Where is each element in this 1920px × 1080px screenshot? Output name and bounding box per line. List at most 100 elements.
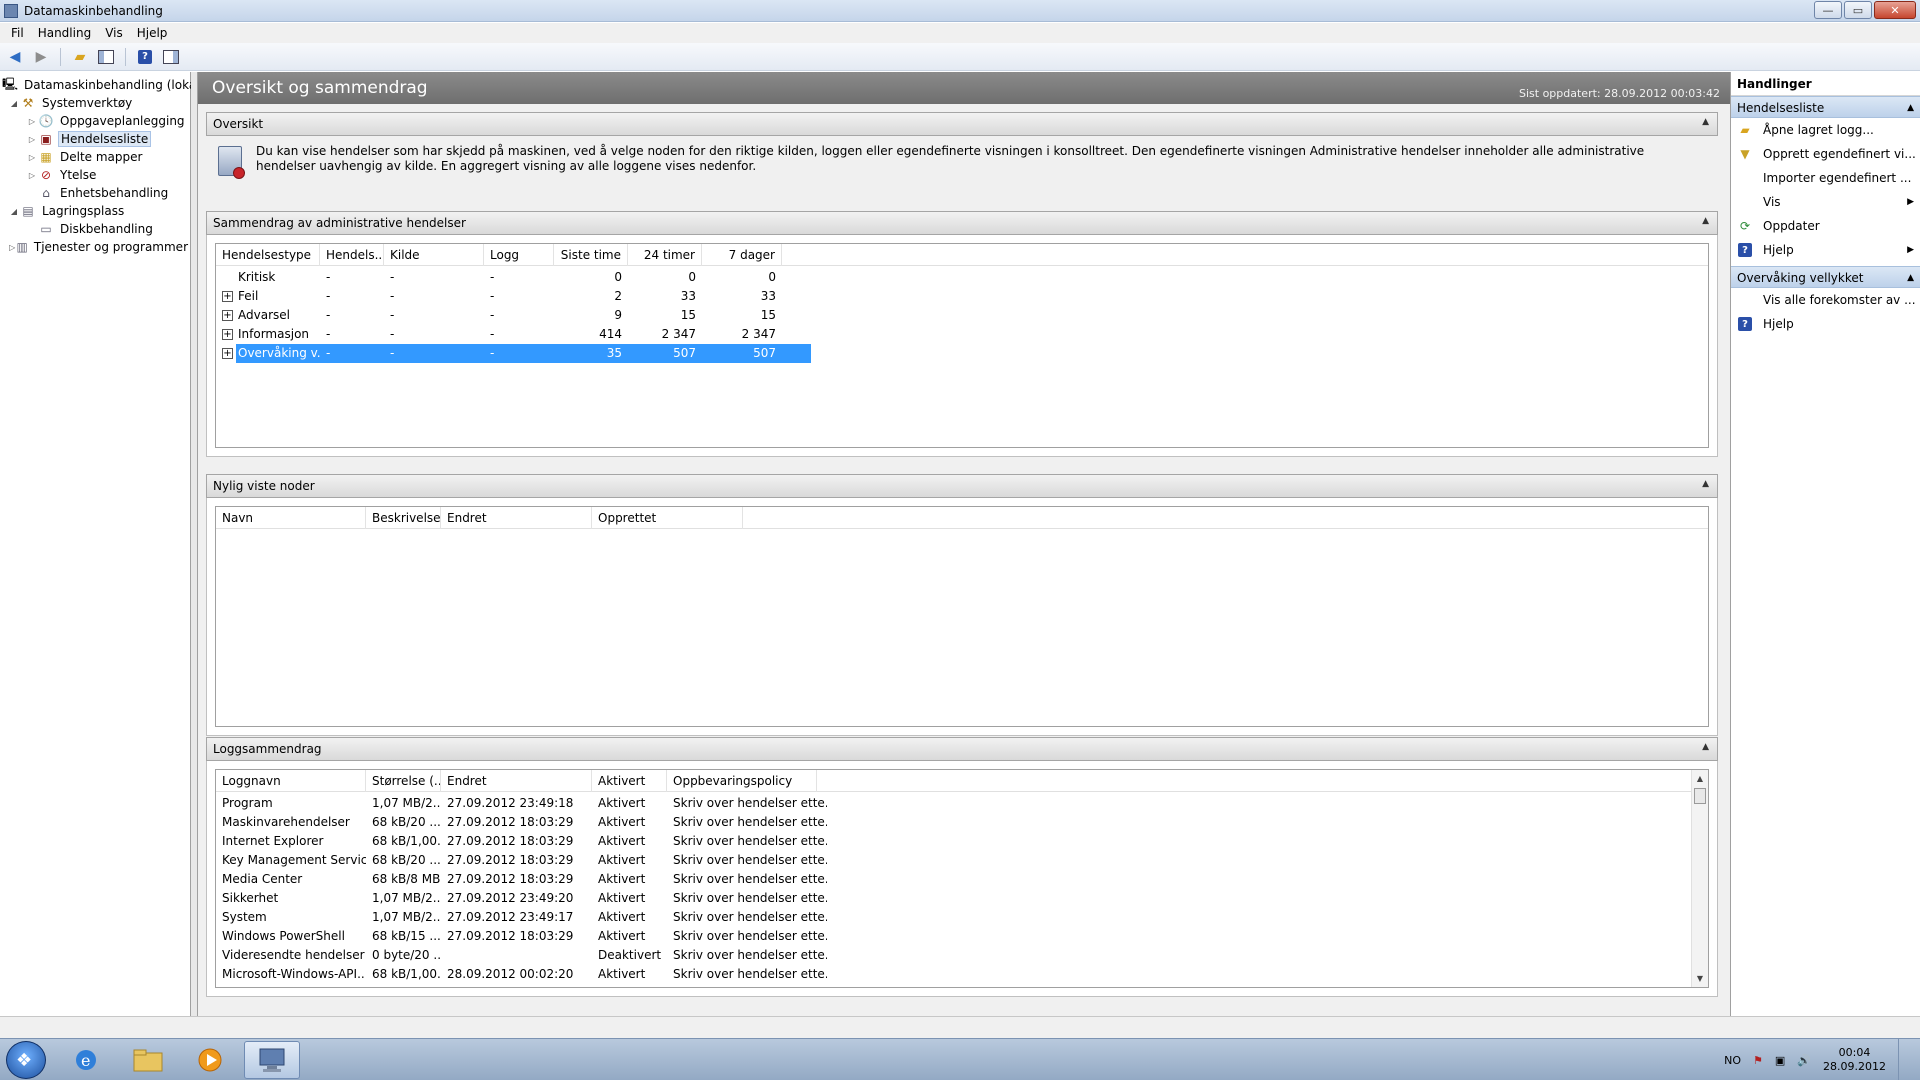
table-row[interactable]: Program 1,07 MB/2... 27.09.2012 23:49:18… — [216, 794, 1708, 813]
table-row[interactable]: + Informasjon - - - 414 2 347 2 347 — [216, 325, 1708, 344]
windows-explorer-icon[interactable] — [120, 1041, 176, 1079]
table-row-selected[interactable]: + Overvåking v... - - - 35 507 507 — [216, 344, 1708, 363]
network-icon[interactable]: ▣ — [1775, 1054, 1785, 1067]
menu-hjelp[interactable]: Hjelp — [130, 26, 175, 40]
forward-icon[interactable]: ▶ — [30, 47, 52, 67]
tree-item-device-manager[interactable]: ⌂ Enhetsbehandling — [0, 184, 190, 202]
internet-explorer-icon[interactable]: e — [58, 1041, 114, 1079]
refresh-icon: ⟳ — [1739, 219, 1751, 233]
table-row[interactable]: + Feil - - - 2 33 33 — [216, 287, 1708, 306]
tree-item-computer-management[interactable]: 🖳 Datamaskinbehandling (lokal) — [0, 76, 204, 94]
col-log-name[interactable]: Loggnavn — [216, 770, 366, 792]
table-row[interactable]: Maskinvarehendelser 68 kB/20 ... 27.09.2… — [216, 813, 1708, 832]
maximize-button[interactable]: ▭ — [1844, 1, 1872, 19]
action-center-icon[interactable]: ⚑ — [1753, 1054, 1763, 1067]
col-name[interactable]: Navn — [216, 507, 366, 529]
toolbar: ◀ ▶ ▰ ? — [0, 43, 1920, 71]
collapse-icon[interactable]: ▲ — [1907, 97, 1914, 119]
scroll-up-icon[interactable]: ▲ — [1692, 770, 1708, 787]
table-row[interactable]: Internet Explorer 68 kB/1,00... 27.09.20… — [216, 832, 1708, 851]
table-row[interactable]: Microsoft-Windows-API... 68 kB/1,00... 2… — [216, 965, 1708, 984]
col-event-id[interactable]: Hendels... — [320, 244, 384, 266]
log-summary-header[interactable]: Loggsammendrag ▲ — [206, 737, 1718, 761]
center-header: Oversikt og sammendrag Sist oppdatert: 2… — [198, 72, 1730, 104]
col-created[interactable]: Opprettet — [592, 507, 743, 529]
event-viewer-icon: ▣ — [40, 132, 52, 146]
action-show-all-instances[interactable]: Vis alle forekomster av ... — [1731, 288, 1920, 312]
log-summary-section: Loggsammendrag ▲ Loggnavn Størrelse (...… — [206, 737, 1718, 997]
help-icon[interactable]: ? — [134, 47, 156, 67]
collapse-icon[interactable]: ▲ — [1702, 216, 1709, 226]
col-size[interactable]: Størrelse (... — [366, 770, 441, 792]
action-refresh[interactable]: ⟳ Oppdater — [1731, 214, 1920, 238]
tree-item-event-viewer[interactable]: ▷ ▣ Hendelsesliste — [0, 130, 190, 148]
overview-header[interactable]: Oversikt ▲ — [206, 112, 1718, 136]
tree-item-disk-management[interactable]: ▭ Diskbehandling — [0, 220, 190, 238]
col-event-type[interactable]: Hendelsestype — [216, 244, 320, 266]
collapse-icon[interactable]: ▲ — [1702, 479, 1709, 489]
collapse-icon[interactable]: ▲ — [1702, 742, 1709, 752]
action-open-saved-log[interactable]: ▰ Åpne lagret logg... — [1731, 118, 1920, 142]
taskbar: ❖ e NO ⚑ ▣ 🔊 00:04 28.09.2012 — [0, 1038, 1920, 1080]
menu-fil[interactable]: Fil — [4, 26, 31, 40]
table-row[interactable]: Sikkerhet 1,07 MB/2... 27.09.2012 23:49:… — [216, 889, 1708, 908]
col-log[interactable]: Logg — [484, 244, 554, 266]
scroll-thumb[interactable] — [1694, 788, 1706, 804]
col-retention-policy[interactable]: Oppbevaringspolicy — [667, 770, 817, 792]
action-import-custom-view[interactable]: Importer egendefinert ... — [1731, 166, 1920, 190]
folder-up-icon[interactable]: ▰ — [69, 47, 91, 67]
table-row[interactable]: Key Management Service 68 kB/20 ... 27.0… — [216, 851, 1708, 870]
tree-item-services[interactable]: ▷ ▥ Tjenester og programmer — [0, 238, 190, 256]
tree-item-system-tools[interactable]: ◢ ⚒ Systemverktøy — [0, 94, 190, 112]
col-modified[interactable]: Endret — [441, 507, 592, 529]
tree-item-performance[interactable]: ▷ ⊘ Ytelse — [0, 166, 190, 184]
tree-item-task-scheduler[interactable]: ▷ 🕓 Oppgaveplanlegging — [0, 112, 190, 130]
show-hide-actions-icon[interactable] — [160, 47, 182, 67]
start-button[interactable]: ❖ — [6, 1041, 46, 1079]
log-summary-scrollbar[interactable]: ▲ ▼ — [1691, 770, 1708, 987]
col-modified[interactable]: Endret — [441, 770, 592, 792]
table-row[interactable]: Media Center 68 kB/8 MB 27.09.2012 18:03… — [216, 870, 1708, 889]
table-row[interactable]: Windows PowerShell 68 kB/15 ... 27.09.20… — [216, 927, 1708, 946]
admin-summary-header[interactable]: Sammendrag av administrative hendelser ▲ — [206, 211, 1718, 235]
col-last-hour[interactable]: Siste time — [554, 244, 628, 266]
tree-item-storage[interactable]: ◢ ▤ Lagringsplass — [0, 202, 190, 220]
table-row[interactable]: Kritisk - - - 0 0 0 — [216, 268, 1708, 287]
close-button[interactable]: ✕ — [1874, 1, 1916, 19]
media-player-icon[interactable] — [182, 1041, 238, 1079]
col-description[interactable]: Beskrivelse — [366, 507, 441, 529]
disk-management-icon: ▭ — [40, 222, 52, 236]
actions-section-audit-success[interactable]: Overvåking vellykket ▲ — [1731, 266, 1920, 288]
back-icon[interactable]: ◀ — [4, 47, 26, 67]
clock[interactable]: 00:04 28.09.2012 — [1823, 1046, 1886, 1074]
col-24-hours[interactable]: 24 timer — [628, 244, 702, 266]
table-row[interactable]: + Advarsel - - - 9 15 15 — [216, 306, 1708, 325]
recent-nodes-header[interactable]: Nylig viste noder ▲ — [206, 474, 1718, 498]
computer-management-taskbar-icon[interactable] — [244, 1041, 300, 1079]
table-row[interactable]: System 1,07 MB/2... 27.09.2012 23:49:17 … — [216, 908, 1708, 927]
col-enabled[interactable]: Aktivert — [592, 770, 667, 792]
scroll-down-icon[interactable]: ▼ — [1692, 970, 1708, 987]
action-help-2[interactable]: ? Hjelp — [1731, 312, 1920, 336]
open-folder-icon: ▰ — [1740, 123, 1750, 137]
show-hide-tree-icon[interactable] — [95, 47, 117, 67]
tree-item-shared-folders[interactable]: ▷ ▦ Delte mapper — [0, 148, 190, 166]
action-create-custom-view[interactable]: ▼ Opprett egendefinert vi... — [1731, 142, 1920, 166]
volume-icon[interactable]: 🔊 — [1797, 1054, 1811, 1067]
collapse-icon[interactable]: ▲ — [1702, 117, 1709, 127]
col-source[interactable]: Kilde — [384, 244, 484, 266]
show-desktop-button[interactable] — [1898, 1039, 1910, 1080]
task-scheduler-icon: 🕓 — [38, 114, 54, 128]
menu-handling[interactable]: Handling — [31, 26, 99, 40]
submenu-arrow-icon: ▶ — [1907, 245, 1914, 255]
overview-text: Du kan vise hendelser som har skjedd på … — [256, 144, 1645, 173]
table-row[interactable]: Videresendte hendelser 0 byte/20 ... Dea… — [216, 946, 1708, 965]
menu-vis[interactable]: Vis — [98, 26, 130, 40]
action-view[interactable]: Vis ▶ — [1731, 190, 1920, 214]
col-7-days[interactable]: 7 dager — [702, 244, 782, 266]
collapse-icon[interactable]: ▲ — [1907, 267, 1914, 289]
language-indicator[interactable]: NO — [1724, 1054, 1741, 1067]
actions-section-event-viewer[interactable]: Hendelsesliste ▲ — [1731, 96, 1920, 118]
action-help[interactable]: ? Hjelp ▶ — [1731, 238, 1920, 262]
minimize-button[interactable]: — — [1814, 1, 1842, 19]
